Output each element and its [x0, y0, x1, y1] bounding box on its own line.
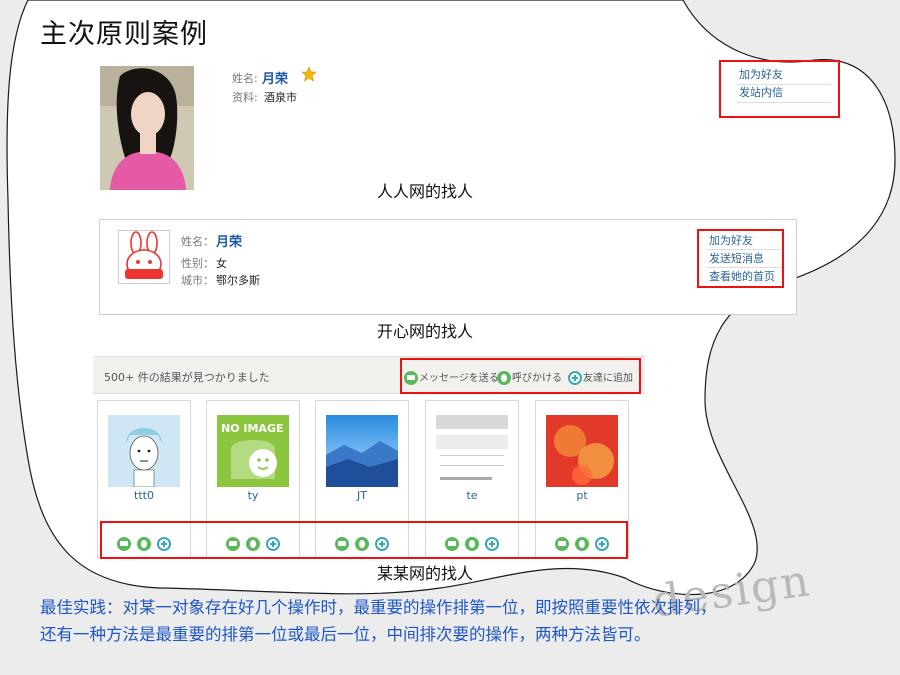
kaixin-gender-value: 女	[216, 257, 227, 270]
kaixin-name-link[interactable]: 月荣	[216, 231, 242, 250]
add-friend-label: 友達に追加	[583, 373, 633, 384]
renren-name-link[interactable]: 月荣	[262, 68, 288, 87]
note-line-2: 还有一种方法是最重要的排第一位或最后一位，中间排次要的操作，两种方法皆可。	[40, 625, 651, 644]
user-thumbnail[interactable]	[436, 415, 508, 487]
kaixin-add-friend-link[interactable]: 加为好友	[707, 232, 781, 250]
no-image-text: NO IMAGE	[221, 422, 283, 435]
renren-info-value: 酒泉市	[264, 91, 297, 104]
user-name-link[interactable]: ttt0	[98, 489, 190, 502]
kaixin-caption: 开心网的找人	[376, 322, 473, 341]
kaixin-send-sms-link[interactable]: 发送短消息	[707, 250, 781, 268]
rabbit-logo-image	[119, 231, 169, 283]
kaixin-avatar[interactable]	[118, 230, 170, 284]
renren-name-label: 姓名:	[232, 72, 258, 85]
mixi-result-count: 500+ 件の結果が見つかりました	[104, 371, 270, 384]
mixi-call-action[interactable]: 呼びかける	[497, 369, 562, 385]
user-name-link[interactable]: JT	[316, 489, 408, 502]
note-line-1: 最佳实践：对某一对象存在好几个操作时，最重要的操作排第一位，即按照重要性依次排列…	[40, 598, 717, 617]
mixi-card-actions-highlight	[100, 521, 628, 559]
user-name-link[interactable]: te	[426, 489, 518, 502]
user-name-link[interactable]: pt	[536, 489, 628, 502]
mixi-send-message-action[interactable]: メッセージを送る	[404, 369, 499, 385]
renren-send-message-link[interactable]: 发站内信	[737, 84, 831, 103]
user-thumbnail[interactable]: NO IMAGE	[217, 415, 289, 487]
kaixin-view-homepage-link[interactable]: 查看她的首页	[707, 268, 781, 284]
send-message-label: メッセージを送る	[419, 373, 499, 384]
kaixin-city-value: 鄂尔多斯	[216, 274, 260, 287]
profile-photo-image	[100, 66, 194, 190]
user-thumbnail[interactable]	[546, 415, 618, 487]
renren-info-label: 资料:	[232, 91, 258, 104]
add-friend-icon	[568, 371, 582, 385]
kaixin-city-label: 城市：	[181, 274, 214, 287]
message-icon	[404, 371, 418, 385]
call-icon	[497, 371, 511, 385]
user-name-link[interactable]: ty	[207, 489, 299, 502]
renren-caption: 人人网的找人	[376, 182, 473, 201]
mixi-add-friend-action[interactable]: 友達に追加	[568, 369, 633, 385]
kaixin-gender-label: 性别：	[181, 257, 214, 270]
best-practice-note: 最佳实践：对某一对象存在好几个操作时，最重要的操作排第一位，即按照重要性依次排列…	[40, 594, 880, 648]
slide-title: 主次原则案例	[40, 19, 208, 50]
renren-add-friend-link[interactable]: 加为好友	[737, 66, 831, 85]
user-thumbnail[interactable]	[108, 415, 180, 487]
mixi-caption: 某某网的找人	[376, 564, 473, 583]
star-icon	[301, 66, 317, 86]
call-label: 呼びかける	[512, 373, 562, 384]
kaixin-name-label: 姓名：	[181, 235, 214, 248]
renren-avatar[interactable]	[100, 66, 194, 190]
user-thumbnail[interactable]	[326, 415, 398, 487]
